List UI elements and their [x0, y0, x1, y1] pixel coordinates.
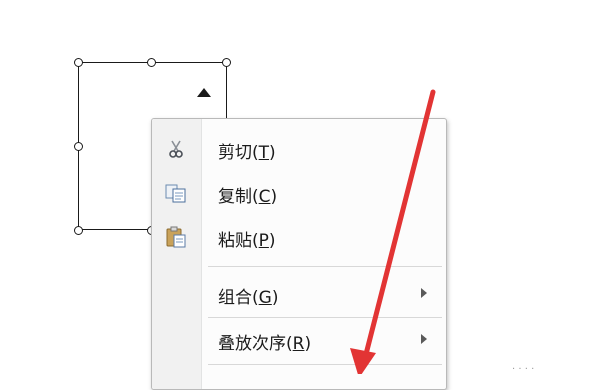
annotation-arrow-icon [350, 89, 436, 374]
watermark: · · · · [512, 364, 535, 375]
